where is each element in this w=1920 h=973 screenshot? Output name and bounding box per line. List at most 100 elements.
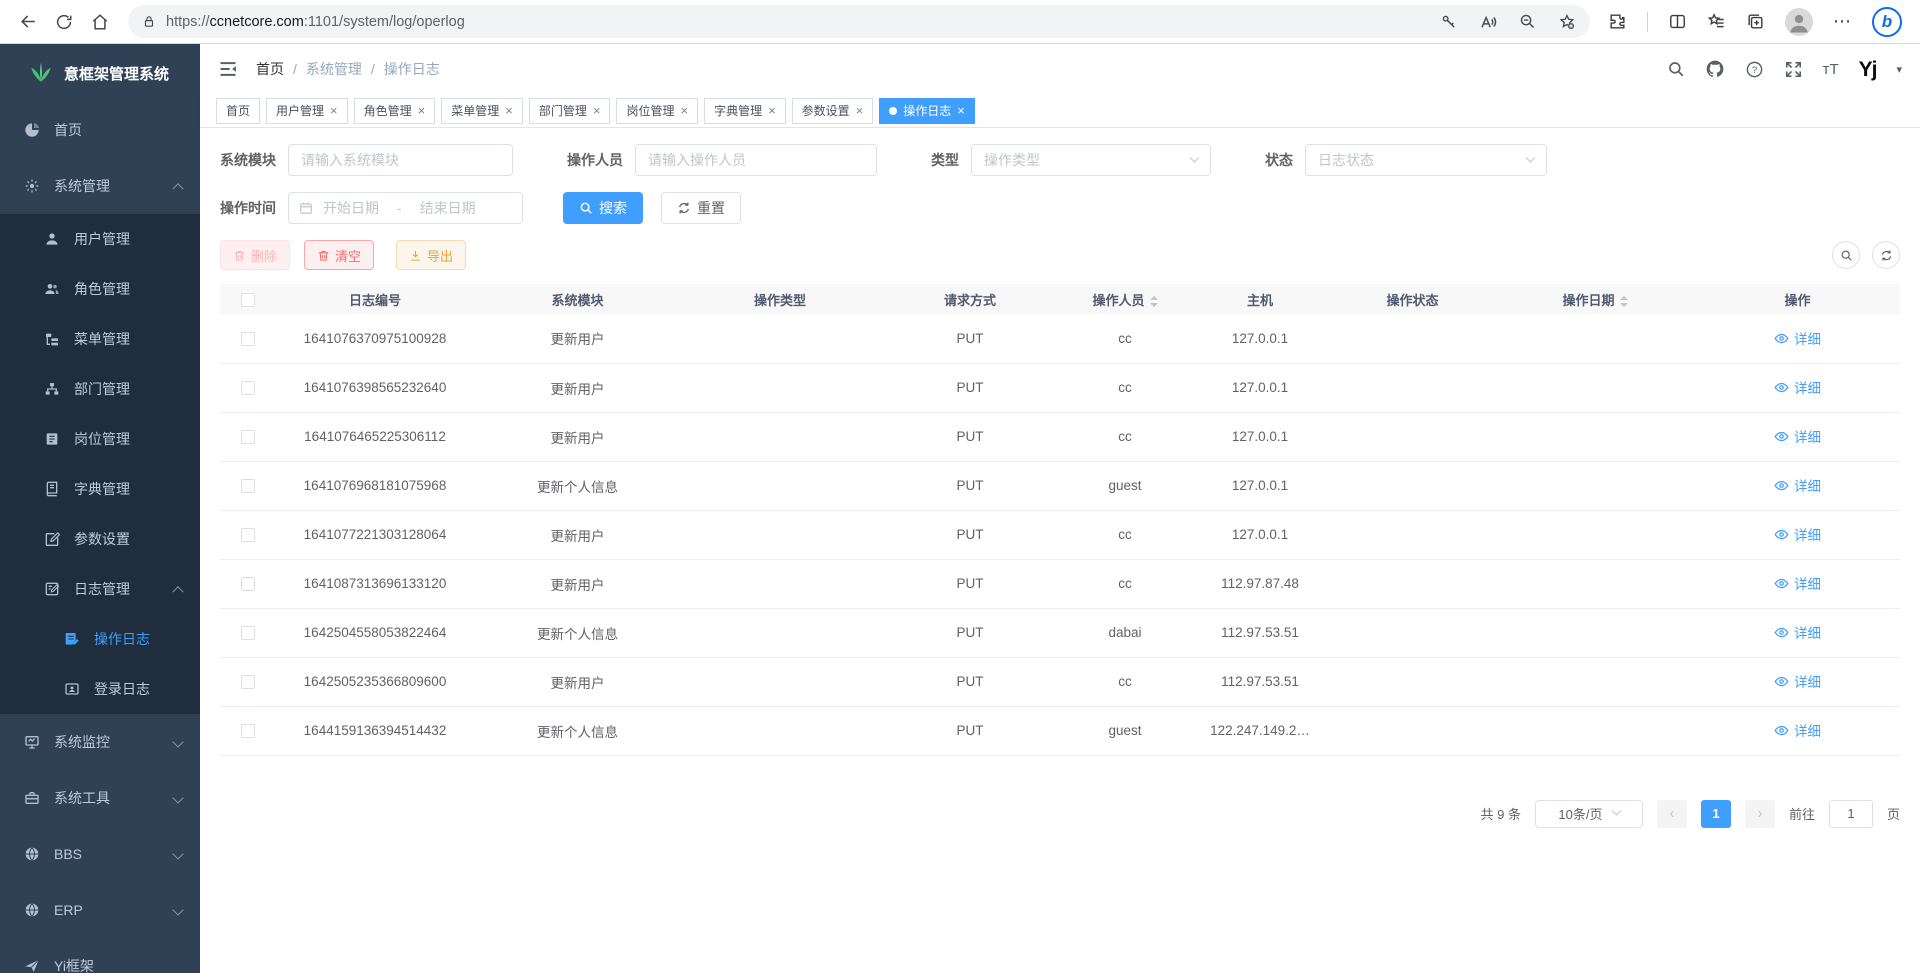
sort-icon[interactable]	[1620, 296, 1628, 307]
close-icon[interactable]: ×	[768, 104, 776, 117]
address-bar[interactable]: https://ccnetcore.com:1101/system/log/op…	[128, 5, 1590, 38]
col-operator[interactable]: 操作人员	[1060, 284, 1190, 314]
help-question-icon[interactable]: ?	[1745, 60, 1764, 79]
sidebar-collapse-icon[interactable]	[218, 59, 238, 79]
github-icon[interactable]	[1705, 59, 1725, 79]
search-button[interactable]: 搜索	[563, 192, 643, 224]
font-size-icon[interactable]: тT	[1823, 61, 1839, 78]
favorites-bar-icon[interactable]	[1707, 12, 1726, 31]
sidebar-item-system-tools[interactable]: 系统工具	[0, 770, 200, 826]
goto-page-input[interactable]: 1	[1829, 800, 1873, 828]
tab-operation-log[interactable]: 操作日志×	[879, 98, 975, 124]
operator-input[interactable]: 请输入操作人员	[635, 144, 877, 176]
row-checkbox[interactable]	[241, 332, 255, 346]
split-screen-icon[interactable]	[1668, 12, 1687, 31]
browser-refresh-icon[interactable]	[46, 5, 82, 39]
sidebar-item-login-log[interactable]: 登录日志	[0, 664, 200, 714]
tab-menu-management[interactable]: 菜单管理×	[441, 98, 523, 124]
fullscreen-icon[interactable]	[1784, 60, 1803, 79]
tab-role-management[interactable]: 角色管理×	[354, 98, 436, 124]
prev-page-button[interactable]: ‹	[1657, 800, 1687, 828]
reset-button[interactable]: 重置	[661, 192, 741, 224]
page-number-current[interactable]: 1	[1701, 800, 1731, 828]
close-icon[interactable]: ×	[593, 104, 601, 117]
sidebar-item-operation-log[interactable]: 操作日志	[0, 614, 200, 664]
refresh-table-button[interactable]	[1872, 241, 1900, 269]
header-search-icon[interactable]	[1667, 60, 1685, 78]
row-checkbox[interactable]	[241, 430, 255, 444]
detail-link[interactable]: 详细	[1774, 426, 1821, 446]
tab-post-management[interactable]: 岗位管理×	[616, 98, 698, 124]
extensions-puzzle-icon[interactable]	[1608, 12, 1627, 31]
tab-user-management[interactable]: 用户管理×	[266, 98, 348, 124]
row-checkbox[interactable]	[241, 626, 255, 640]
end-date-placeholder[interactable]: 结束日期	[420, 198, 476, 218]
tab-home[interactable]: 首页	[216, 98, 260, 124]
breadcrumb-home[interactable]: 首页	[256, 59, 284, 79]
tab-dept-management[interactable]: 部门管理×	[529, 98, 611, 124]
detail-link[interactable]: 详细	[1774, 475, 1821, 495]
type-select[interactable]: 操作类型	[971, 144, 1211, 176]
user-menu-caret-icon[interactable]: ▾	[1896, 63, 1902, 76]
url-text[interactable]: https://ccnetcore.com:1101/system/log/op…	[166, 14, 1428, 30]
app-logo[interactable]: 意框架管理系统	[0, 44, 200, 102]
sidebar-item-bbs[interactable]: BBS	[0, 826, 200, 882]
sidebar-item-user-management[interactable]: 用户管理	[0, 214, 200, 264]
sidebar-item-home[interactable]: 首页	[0, 102, 200, 158]
detail-link[interactable]: 详细	[1774, 720, 1821, 740]
browser-more-icon[interactable]: ⋯	[1833, 11, 1852, 32]
row-checkbox[interactable]	[241, 577, 255, 591]
sidebar-item-log-management[interactable]: 日志管理	[0, 564, 200, 614]
add-favorite-star-icon[interactable]	[1558, 13, 1576, 31]
bing-chat-icon[interactable]: b	[1872, 7, 1902, 37]
sidebar-item-system-management[interactable]: 系统管理	[0, 158, 200, 214]
sidebar-item-role-management[interactable]: 角色管理	[0, 264, 200, 314]
start-date-placeholder[interactable]: 开始日期	[323, 198, 379, 218]
clear-button[interactable]: 清空	[304, 240, 374, 270]
collections-icon[interactable]	[1746, 12, 1765, 31]
password-key-icon[interactable]	[1440, 13, 1457, 30]
sidebar-item-erp[interactable]: ERP	[0, 882, 200, 938]
tab-param-settings[interactable]: 参数设置×	[792, 98, 874, 124]
sidebar-item-menu-management[interactable]: 菜单管理	[0, 314, 200, 364]
date-range-picker[interactable]: 开始日期 - 结束日期	[288, 192, 523, 224]
zoom-out-icon[interactable]	[1519, 13, 1536, 30]
export-button[interactable]: 导出	[396, 240, 466, 270]
select-all-checkbox[interactable]	[241, 293, 255, 307]
detail-link[interactable]: 详细	[1774, 573, 1821, 593]
delete-button[interactable]: 删除	[220, 240, 290, 270]
close-icon[interactable]: ×	[418, 104, 426, 117]
close-icon[interactable]: ×	[680, 104, 688, 117]
col-date[interactable]: 操作日期	[1495, 284, 1695, 314]
detail-link[interactable]: 详细	[1774, 622, 1821, 642]
detail-link[interactable]: 详细	[1774, 524, 1821, 544]
detail-link[interactable]: 详细	[1774, 671, 1821, 691]
user-logo-avatar[interactable]: Yj	[1859, 59, 1877, 80]
lock-icon[interactable]	[142, 14, 156, 29]
detail-link[interactable]: 详细	[1774, 328, 1821, 348]
browser-back-icon[interactable]	[10, 5, 46, 39]
sidebar-item-system-monitor[interactable]: 系统监控	[0, 714, 200, 770]
read-aloud-icon[interactable]	[1479, 13, 1497, 31]
row-checkbox[interactable]	[241, 528, 255, 542]
sort-icon[interactable]	[1150, 296, 1158, 307]
detail-link[interactable]: 详细	[1774, 377, 1821, 397]
close-icon[interactable]: ×	[505, 104, 513, 117]
sidebar-item-yi-framework[interactable]: Yi框架	[0, 938, 200, 973]
sidebar-item-post-management[interactable]: 岗位管理	[0, 414, 200, 464]
close-icon[interactable]: ×	[957, 104, 965, 117]
row-checkbox[interactable]	[241, 724, 255, 738]
sidebar-item-dept-management[interactable]: 部门管理	[0, 364, 200, 414]
sidebar-item-param-settings[interactable]: 参数设置	[0, 514, 200, 564]
close-icon[interactable]: ×	[330, 104, 338, 117]
browser-home-icon[interactable]	[82, 5, 118, 39]
sidebar-item-dict-management[interactable]: 字典管理	[0, 464, 200, 514]
next-page-button[interactable]: ›	[1745, 800, 1775, 828]
module-input[interactable]: 请输入系统模块	[288, 144, 513, 176]
profile-avatar[interactable]	[1785, 8, 1813, 36]
page-size-select[interactable]: 10条/页	[1535, 800, 1643, 828]
close-icon[interactable]: ×	[856, 104, 864, 117]
tab-dict-management[interactable]: 字典管理×	[704, 98, 786, 124]
row-checkbox[interactable]	[241, 381, 255, 395]
status-select[interactable]: 日志状态	[1305, 144, 1547, 176]
